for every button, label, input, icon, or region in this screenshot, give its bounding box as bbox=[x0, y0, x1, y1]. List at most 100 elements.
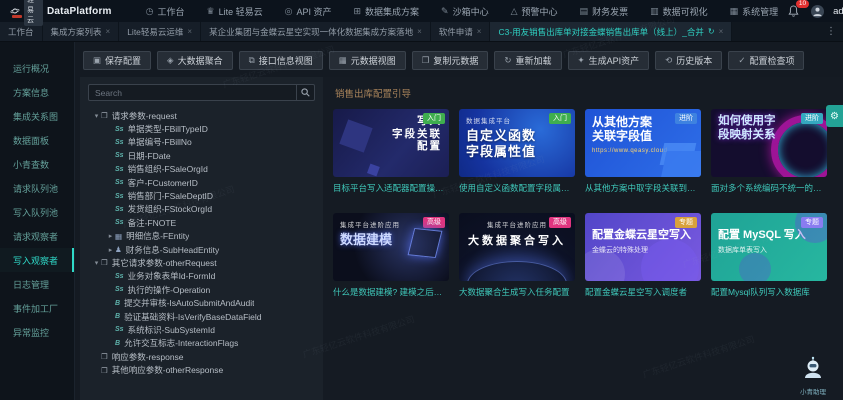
sidebar-item[interactable]: 请求观察者 bbox=[0, 224, 74, 248]
sidebar-item[interactable]: 方案信息 bbox=[0, 80, 74, 104]
tree-node[interactable]: Ss单据类型-FBillTypeID bbox=[88, 122, 315, 135]
sidebar-item[interactable]: 数据面板 bbox=[0, 128, 74, 152]
caret-down-icon[interactable]: ▾ bbox=[92, 259, 101, 267]
toolbar-button[interactable]: ▣保存配置 bbox=[83, 51, 151, 70]
sidebar-item[interactable]: 事件加工厂 bbox=[0, 296, 74, 320]
tree-node-label: 业务对象表单Id-FormId bbox=[128, 270, 216, 282]
username[interactable]: admin bbox=[833, 6, 843, 17]
metadata-icon: ▦ bbox=[339, 55, 347, 66]
tree-node[interactable]: Ss业务对象表单Id-FormId bbox=[88, 270, 315, 283]
tree-node[interactable]: B提交并审核-IsAutoSubmitAndAudit bbox=[88, 296, 315, 309]
toolbar-button[interactable]: ✓配置检查项 bbox=[728, 51, 804, 70]
toolbar-button[interactable]: ▦元数据视图 bbox=[329, 51, 406, 70]
menu-item-label: API 资产 bbox=[296, 5, 331, 18]
guide-card[interactable]: 集成平台进阶应用数据建模高级什么是数据建模? 建模之后有... bbox=[333, 213, 449, 298]
notifications-button[interactable]: 10 bbox=[788, 4, 802, 18]
tree-node[interactable]: Ss销售组织-FSaleOrgId bbox=[88, 163, 315, 176]
menu-item[interactable]: ▥数据可视化 bbox=[640, 0, 718, 22]
guide-card[interactable]: 集成平台进阶应用大数据聚合写入高级大数据聚合生成写入任务配置 bbox=[459, 213, 575, 298]
toolbar-button[interactable]: ⧉接口信息视图 bbox=[239, 51, 323, 70]
settings-fab[interactable]: ⚙ bbox=[826, 105, 843, 127]
toolbar-button-label: 配置检查项 bbox=[749, 54, 794, 67]
sidebar-item[interactable]: 写入队列池 bbox=[0, 200, 74, 224]
tree-node-label: 日期-FDate bbox=[128, 150, 171, 162]
menu-item[interactable]: ◷工作台 bbox=[136, 0, 195, 22]
sidebar-item[interactable]: 运行概况 bbox=[0, 56, 74, 80]
tree-node[interactable]: Ss备注-FNOTE bbox=[88, 216, 315, 229]
tree-node[interactable]: Ss发货组织-FStockOrgId bbox=[88, 203, 315, 216]
guide-card[interactable]: 写入字段关联配置入门目标平台写入适配器配置操作... bbox=[333, 109, 449, 194]
toolbar-button[interactable]: ✦生成API资产 bbox=[568, 51, 650, 70]
tab[interactable]: C3-用友销售出库单对接金蝶销售出库单（线上）_合并↻× bbox=[490, 22, 732, 41]
bool-type-icon: B bbox=[115, 313, 120, 320]
refresh-icon[interactable]: ↻ bbox=[708, 27, 715, 36]
menu-item[interactable]: ⊞数据集成方案 bbox=[343, 0, 429, 22]
tree-node[interactable]: B允许交互标志-InteractionFlags bbox=[88, 337, 315, 350]
sidebar-item[interactable]: 小青查数 bbox=[0, 152, 74, 176]
toolbar-button-label: 接口信息视图 bbox=[259, 54, 313, 67]
tree-node[interactable]: ▸♟财务信息-SubHeadEntity bbox=[88, 243, 315, 256]
search-button[interactable] bbox=[296, 85, 314, 100]
caret-right-icon[interactable]: ▸ bbox=[106, 246, 115, 254]
tree-node[interactable]: ❒响应参数-response bbox=[88, 350, 315, 363]
tab-overflow-button[interactable]: ⋮ bbox=[819, 22, 843, 41]
close-icon[interactable]: × bbox=[106, 27, 111, 36]
guide-card[interactable]: 数据集成平台自定义函数字段属性值入门使用自定义函数配置字段属性值 bbox=[459, 109, 575, 194]
tab[interactable]: 某企业集团与金蝶云星空实现一体化数据集成方案落地× bbox=[201, 22, 431, 41]
close-icon[interactable]: × bbox=[417, 27, 422, 36]
sidebar-item[interactable]: 请求队列池 bbox=[0, 176, 74, 200]
menu-item[interactable]: ▤财务发票 bbox=[570, 0, 639, 22]
sidebar-item[interactable]: 日志管理 bbox=[0, 272, 74, 296]
tree-node[interactable]: ❒其他响应参数-otherResponse bbox=[88, 363, 315, 376]
tree-node[interactable]: Ss执行的操作-Operation bbox=[88, 283, 315, 296]
tree-node[interactable]: Ss客户-FCustomerID bbox=[88, 176, 315, 189]
guide-card[interactable]: 如何使用字段映射关系进阶面对多个系统编码不统一的情... bbox=[711, 109, 827, 194]
avatar[interactable] bbox=[811, 5, 824, 18]
close-icon[interactable]: × bbox=[187, 27, 192, 36]
tab[interactable]: 软件申请× bbox=[431, 22, 491, 41]
toolbar-button[interactable]: ⟲历史版本 bbox=[655, 51, 722, 70]
close-icon[interactable]: × bbox=[719, 27, 724, 36]
menu-item[interactable]: ◎API 资产 bbox=[275, 0, 342, 22]
app-window: 轻易云 DataPlatform ◷工作台♛Lite 轻易云◎API 资产⊞数据… bbox=[0, 0, 843, 400]
guide-card[interactable]: 从其他方案关联字段值https://www.qeasy.cloud进阶从其他方案… bbox=[585, 109, 701, 194]
logo[interactable]: 轻易云 DataPlatform bbox=[10, 0, 112, 26]
tree-node[interactable]: Ss日期-FDate bbox=[88, 149, 315, 162]
sidebar-item[interactable]: 集成关系图 bbox=[0, 104, 74, 128]
sidebar-item[interactable]: 异常监控 bbox=[0, 320, 74, 344]
user-icon bbox=[812, 6, 823, 17]
search-input[interactable] bbox=[89, 85, 296, 100]
invoice-icon: ▤ bbox=[580, 6, 589, 17]
toolbar-button[interactable]: ↻ 重新加载 bbox=[494, 51, 561, 70]
toolbar-button-label: 复制元数据 bbox=[433, 54, 478, 67]
caret-right-icon[interactable]: ▸ bbox=[106, 232, 115, 240]
close-icon[interactable]: × bbox=[477, 27, 482, 36]
tree-node[interactable]: Ss系统标识-SubSystemId bbox=[88, 323, 315, 336]
tree-node[interactable]: B验证基础资料-IsVerifyBaseDataField bbox=[88, 310, 315, 323]
menu-item[interactable]: △预警中心 bbox=[501, 0, 568, 22]
string-type-icon: Ss bbox=[115, 326, 124, 333]
menu-item[interactable]: ▦系统管理 bbox=[720, 0, 789, 22]
card-art: 从其他方案关联字段值https://www.qeasy.cloud进阶 bbox=[585, 109, 701, 177]
guide-card[interactable]: 配置金蝶云星空写入金蝶云的特殊处理专题配置金蝶云星空写入调度者 bbox=[585, 213, 701, 298]
tree-node[interactable]: ▾❒其它请求参数-otherRequest bbox=[88, 256, 315, 269]
tree-node[interactable]: Ss销售部门-FSaleDeptID bbox=[88, 189, 315, 202]
content: ▾❒请求参数-requestSs单据类型-FBillTypeIDSs单据编号-F… bbox=[75, 77, 843, 400]
tree-node-label: 提交并审核-IsAutoSubmitAndAudit bbox=[124, 297, 254, 309]
sidebar-item[interactable]: 写入观察者 bbox=[0, 248, 74, 272]
menu-item[interactable]: ♛Lite 轻易云 bbox=[197, 0, 273, 22]
caret-down-icon[interactable]: ▾ bbox=[92, 112, 101, 120]
tree-node[interactable]: ▸▦明细信息-FEntity bbox=[88, 230, 315, 243]
assistant-mascot[interactable]: 小青助理 bbox=[793, 356, 833, 396]
menu-item[interactable]: ✎沙箱中心 bbox=[431, 0, 499, 22]
tab[interactable]: Lite轻易云运维× bbox=[119, 22, 201, 41]
tree-node[interactable]: ▾❒请求参数-request bbox=[88, 109, 315, 122]
reload-icon: ↻ bbox=[504, 55, 511, 66]
tree-node-label: 明细信息-FEntity bbox=[126, 230, 189, 242]
guide-card[interactable]: 配置 MySQL 写入数据库单表写入专题配置Mysql队列写入数据库 bbox=[711, 213, 827, 298]
tree-node[interactable]: Ss单据编号-FBillNo bbox=[88, 136, 315, 149]
card-art-title: 大数据聚合写入 bbox=[466, 235, 568, 248]
toolbar-button[interactable]: ❐复制元数据 bbox=[412, 51, 489, 70]
toolbar-button[interactable]: ◈大数据聚合 bbox=[157, 51, 233, 70]
toolbar-button-label: 重新加载 bbox=[516, 54, 552, 67]
